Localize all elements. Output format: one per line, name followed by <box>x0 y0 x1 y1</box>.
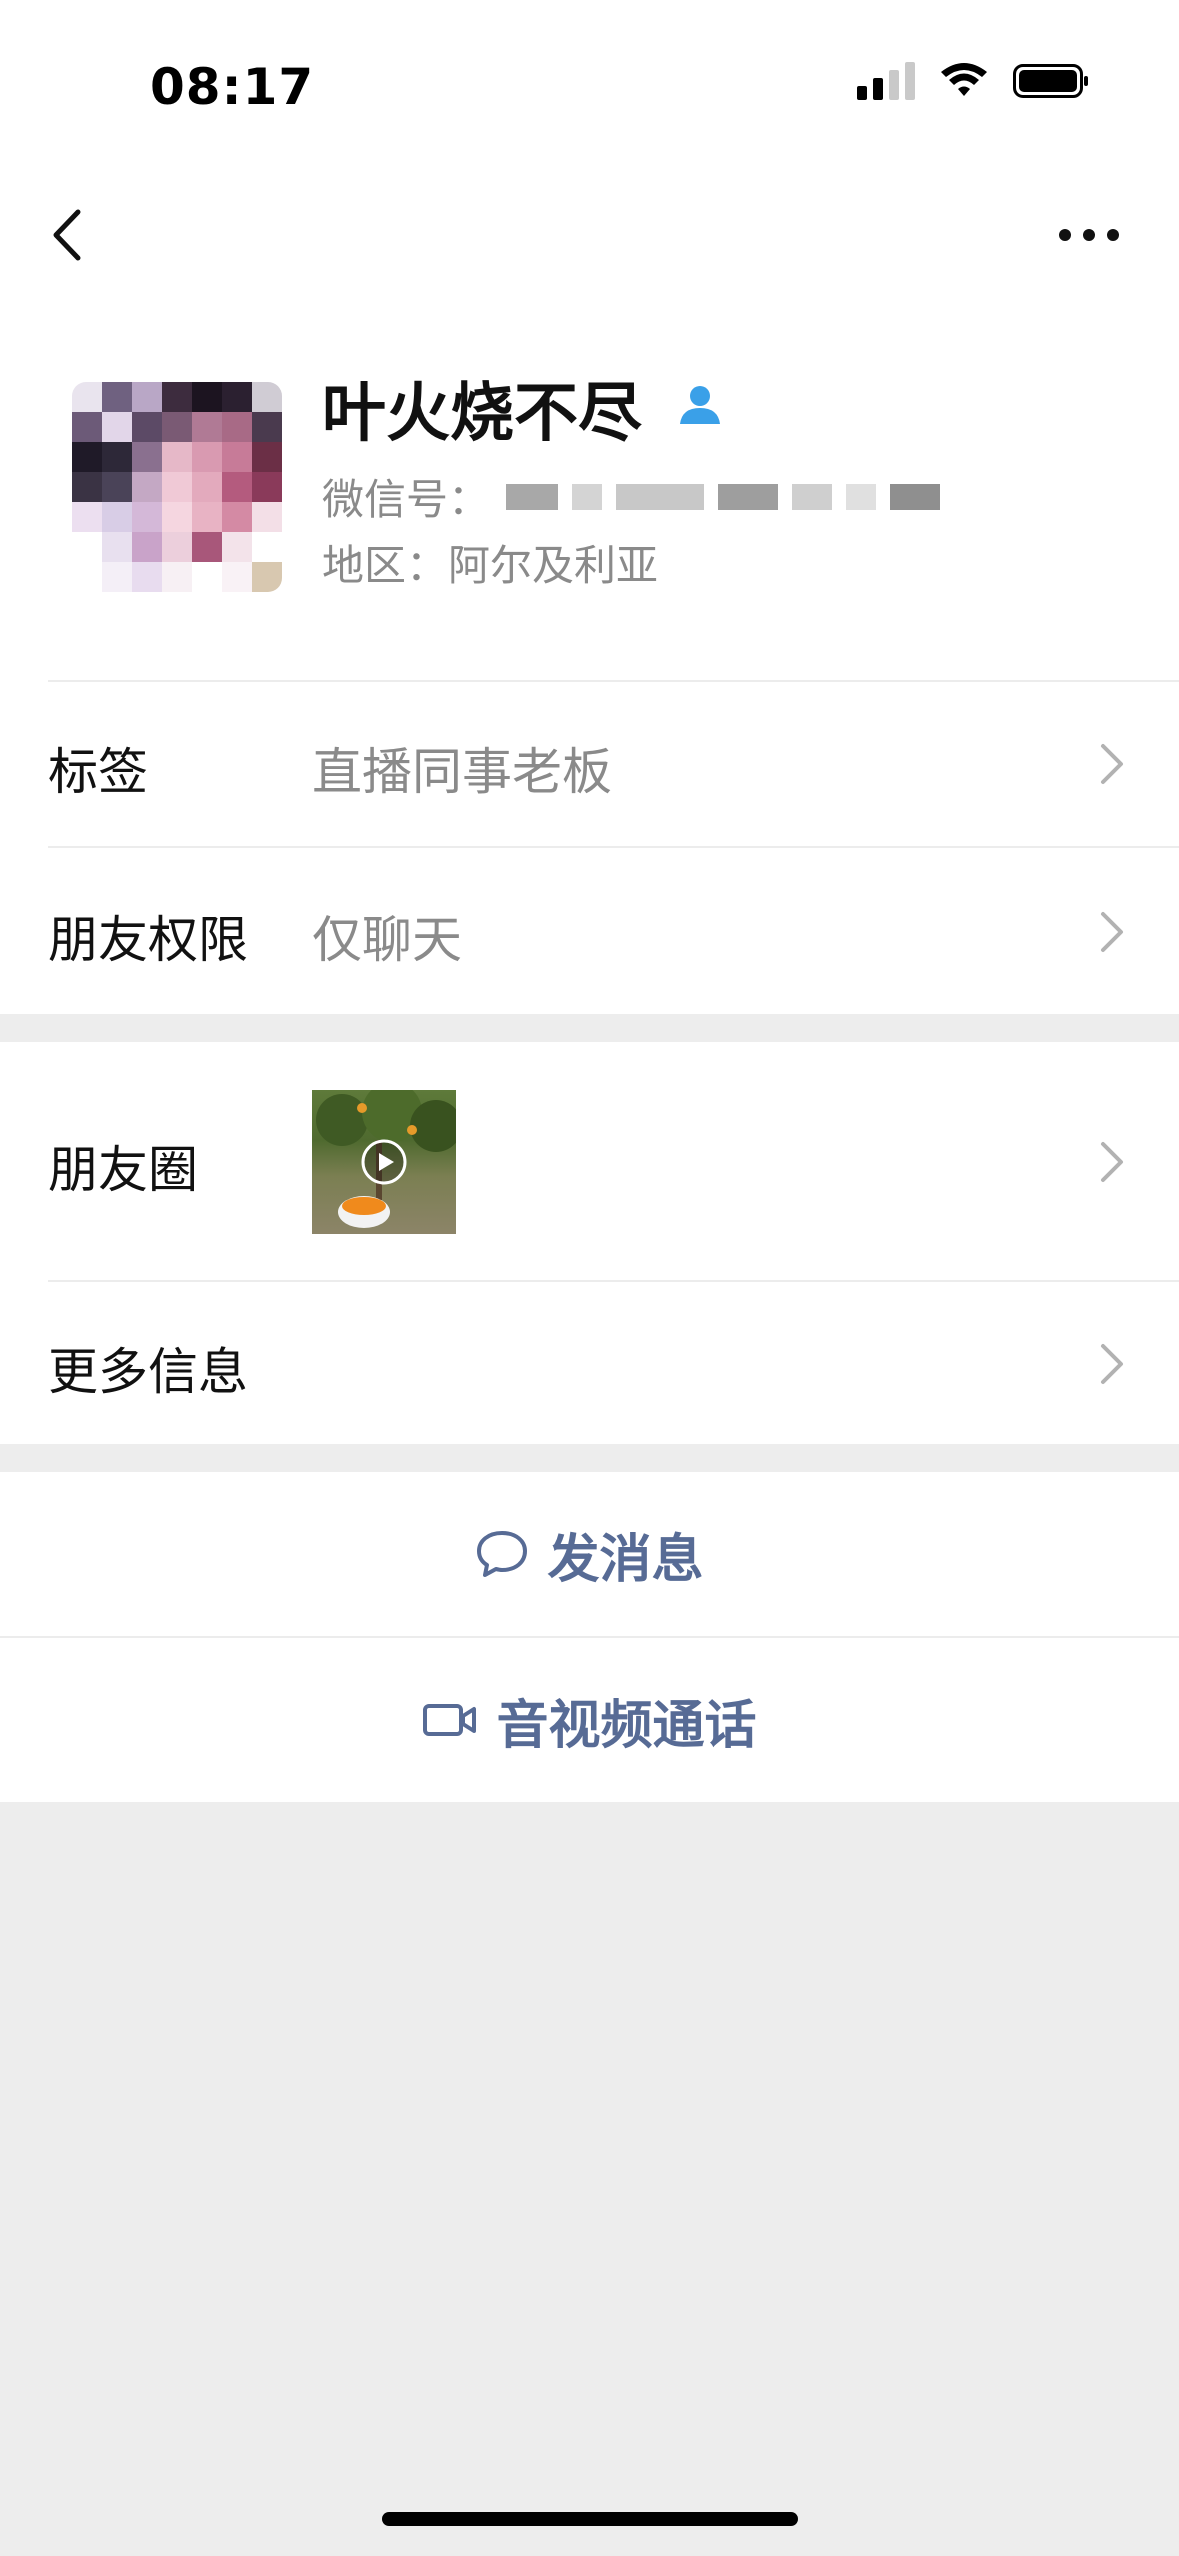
chat-bubble-icon <box>477 1531 528 1577</box>
chevron-left-icon[interactable] <box>40 200 100 270</box>
divider <box>48 846 1179 848</box>
chevron-right-icon <box>1101 1142 1123 1182</box>
permissions-value: 仅聊天 <box>312 911 462 969</box>
nav-bar <box>0 170 1179 300</box>
moments-label: 朋友圈 <box>48 1141 198 1199</box>
chevron-right-icon <box>1101 744 1123 784</box>
audio-video-call-button[interactable]: 音视频通话 <box>0 1638 1179 1802</box>
wechat-id-row: 微信号： <box>322 466 941 527</box>
avatar[interactable] <box>72 382 282 592</box>
more-info-cell[interactable]: 更多信息 <box>0 1280 1179 1444</box>
status-icons <box>857 62 1088 100</box>
profile-card: 叶火烧不尽 微信号： 地区：阿尔及利亚 <box>0 300 1179 680</box>
ellipsis-icon[interactable] <box>1049 200 1129 270</box>
video-camera-icon <box>423 1704 477 1736</box>
permissions-cell[interactable]: 朋友权限 仅聊天 <box>0 846 1179 1014</box>
wechat-id-masked-value <box>506 483 941 510</box>
chevron-right-icon <box>1101 1344 1123 1384</box>
play-icon <box>361 1139 407 1185</box>
cellular-signal-icon <box>857 62 915 100</box>
status-bar: 08:17 <box>0 0 1179 170</box>
wechat-id-label: 微信号： <box>322 475 491 524</box>
more-info-label: 更多信息 <box>48 1343 248 1401</box>
home-indicator <box>382 2512 798 2526</box>
divider <box>48 680 1179 682</box>
region: 地区：阿尔及利亚 <box>322 541 659 590</box>
wifi-icon <box>941 63 987 96</box>
permissions-label: 朋友权限 <box>48 911 248 969</box>
divider <box>48 1280 1179 1282</box>
moments-thumbnail[interactable] <box>312 1090 456 1234</box>
tags-label: 标签 <box>48 743 148 801</box>
person-icon <box>680 386 720 424</box>
audio-video-call-label: 音视频通话 <box>496 1695 757 1756</box>
status-time: 08:17 <box>150 58 315 116</box>
chevron-right-icon <box>1101 912 1123 952</box>
send-message-label: 发消息 <box>547 1529 704 1590</box>
tags-cell[interactable]: 标签 直播同事老板 <box>0 680 1179 846</box>
battery-icon <box>1013 64 1088 98</box>
moments-cell[interactable]: 朋友圈 <box>0 1042 1179 1280</box>
profile-name: 叶火烧不尽 <box>322 377 642 451</box>
tags-value: 直播同事老板 <box>312 743 612 801</box>
send-message-button[interactable]: 发消息 <box>0 1472 1179 1636</box>
